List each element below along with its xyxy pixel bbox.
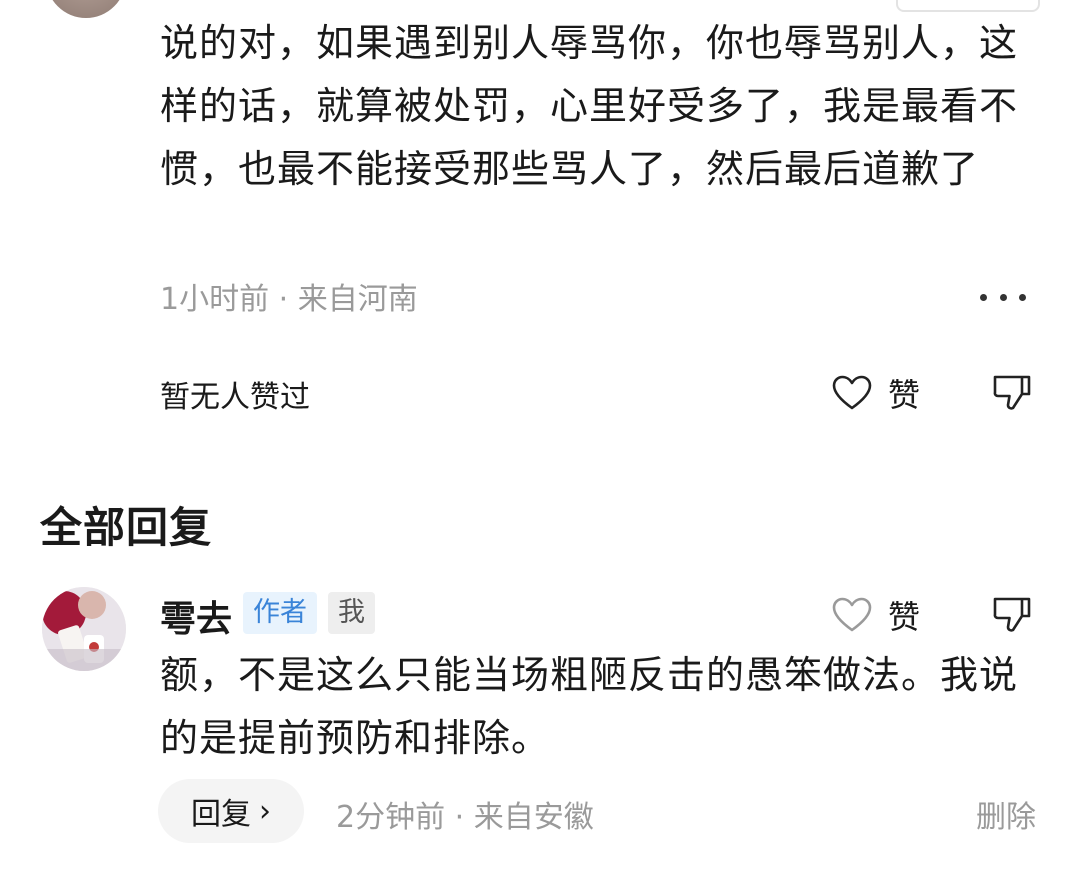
follow-button[interactable] bbox=[896, 0, 1040, 12]
delete-button[interactable]: 删除 bbox=[976, 792, 1036, 836]
reply-avatar[interactable] bbox=[42, 587, 126, 671]
parent-avatar[interactable] bbox=[46, 0, 126, 18]
reply-like-button[interactable]: 赞 bbox=[832, 592, 920, 638]
me-badge: 我 bbox=[328, 592, 375, 634]
thumbs-down-icon[interactable] bbox=[992, 372, 1032, 412]
reply-like-label: 赞 bbox=[888, 598, 921, 636]
parent-comment-meta: 1小时前 · 来自河南 bbox=[160, 282, 418, 317]
reply-button-label: 回复 bbox=[191, 797, 251, 832]
chevron-right-icon: › bbox=[259, 793, 271, 829]
reply-button[interactable]: 回复 › bbox=[158, 779, 304, 843]
parent-like-button[interactable]: 赞 bbox=[832, 370, 920, 416]
heart-outline-icon bbox=[832, 375, 872, 410]
heart-outline-icon bbox=[832, 597, 872, 632]
comment-detail-page: 说的对，如果遇到别人辱骂你，你也辱骂别人，这样的话，就算被处罚，心里好受多了，我… bbox=[0, 0, 1080, 884]
parent-like-label: 赞 bbox=[888, 376, 921, 414]
thumbs-down-icon[interactable] bbox=[992, 594, 1032, 634]
parent-comment-text: 说的对，如果遇到别人辱骂你，你也辱骂别人，这样的话，就算被处罚，心里好受多了，我… bbox=[160, 21, 1019, 191]
all-replies-title: 全部回复 bbox=[40, 503, 213, 552]
reply-text: 额，不是这么只能当场粗陋反击的愚笨做法。我说的是提前预防和排除。 bbox=[160, 653, 1019, 760]
reply-meta: 2分钟前 · 来自安徽 bbox=[336, 800, 594, 835]
no-likes-text: 暂无人赞过 bbox=[160, 380, 310, 415]
more-dots-icon[interactable] bbox=[980, 285, 1026, 309]
reply-username[interactable]: 雩去 bbox=[160, 590, 232, 642]
author-badge: 作者 bbox=[243, 592, 317, 634]
